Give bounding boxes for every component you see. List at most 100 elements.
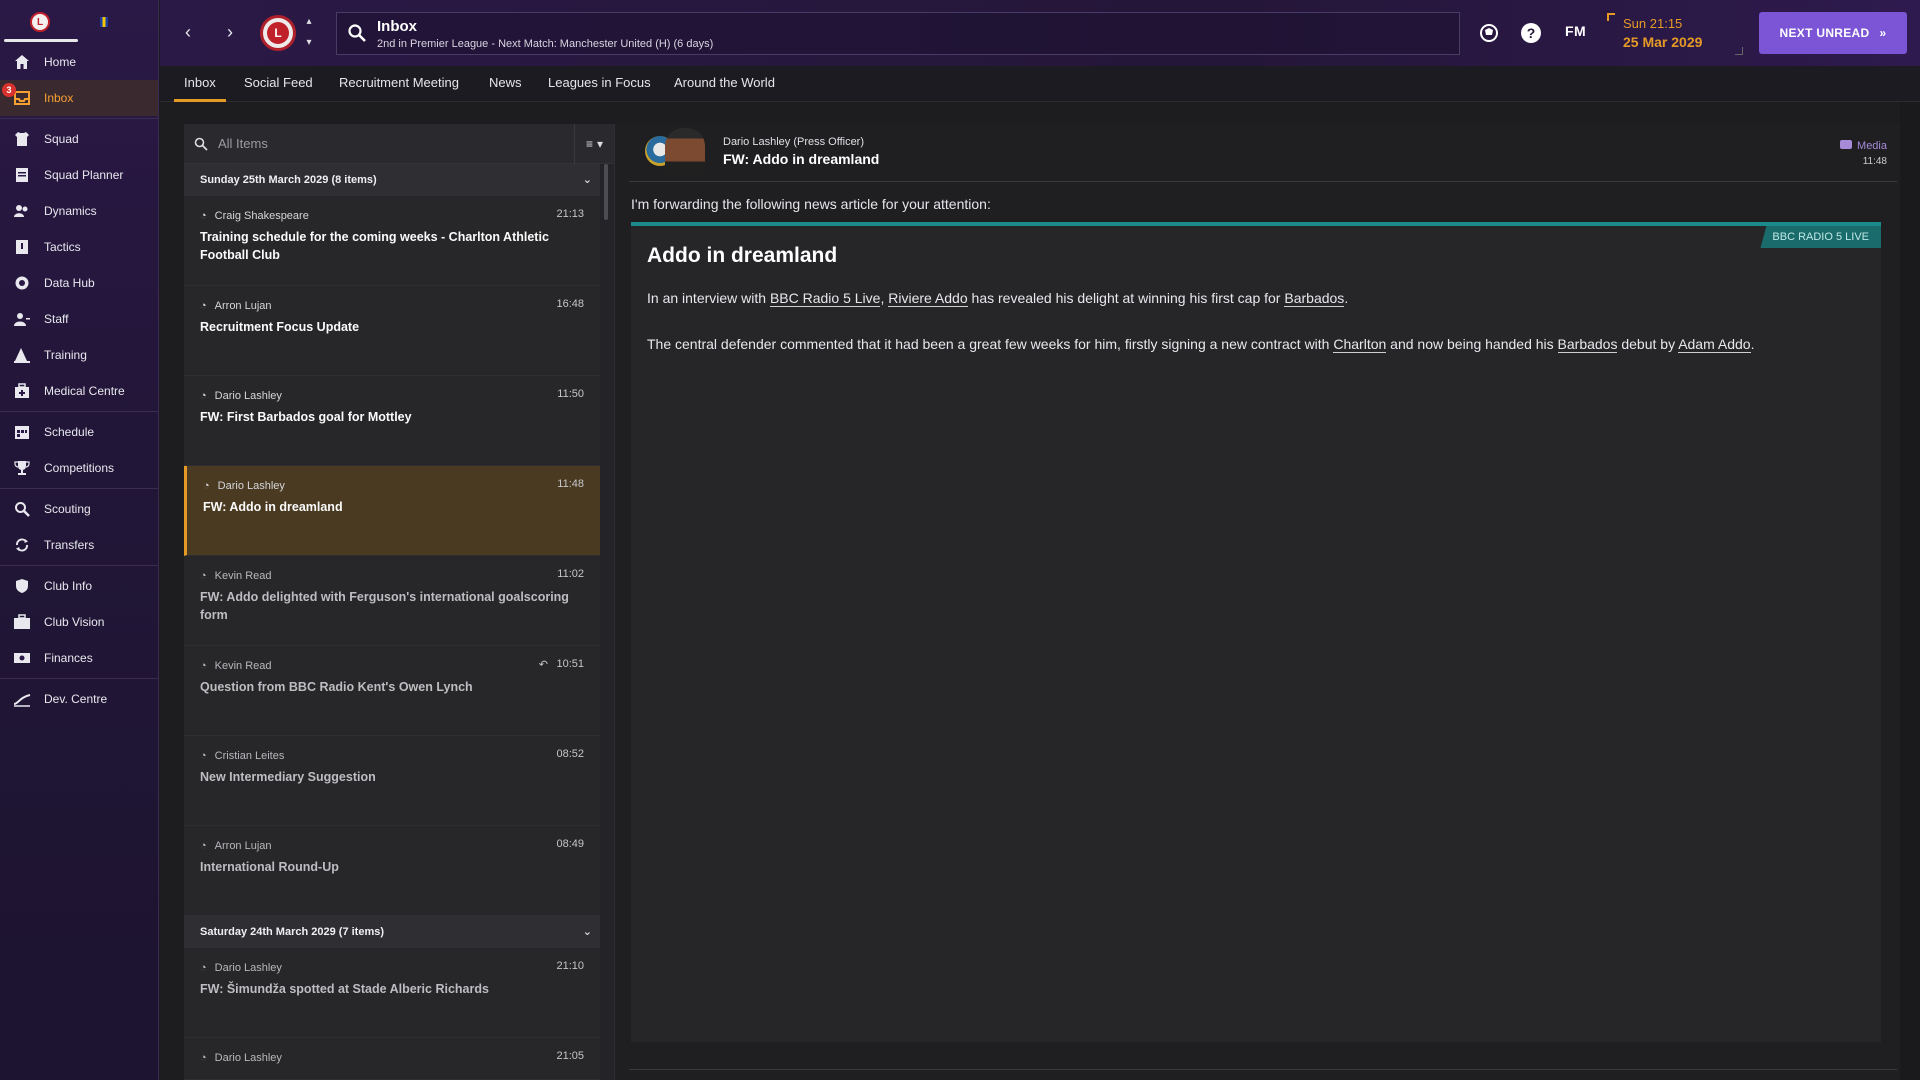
sidebar-item-transfers[interactable]: Transfers	[0, 527, 158, 563]
message-item[interactable]: ◔ Dario Lashley 21:05	[184, 1038, 600, 1080]
sidebar-item-home[interactable]: Home	[0, 44, 158, 80]
sidebar-item-medical-centre[interactable]: Medical Centre	[0, 373, 158, 409]
search-icon	[194, 137, 208, 156]
message-item-selected[interactable]: ◔ Dario Lashley 11:48 FW: Addo in dreamla…	[184, 466, 600, 556]
hamburger-icon: ≡	[585, 137, 593, 151]
message-item[interactable]: ◔ Kevin Read 11:02 FW: Addo delighted wit…	[184, 556, 600, 646]
sender-name: Dario Lashley	[217, 480, 285, 492]
message-subject: Question from BBC Radio Kent's Owen Lync…	[200, 680, 473, 694]
tab-social-feed[interactable]: Social Feed	[244, 66, 313, 102]
tab-around-the-world[interactable]: Around the World	[674, 66, 775, 102]
link-nation[interactable]: Barbados	[1284, 290, 1345, 307]
sidebar-item-competitions[interactable]: Competitions	[0, 450, 158, 486]
message-intro: I'm forwarding the following news articl…	[631, 196, 991, 212]
sidebar-top-indicator	[4, 39, 78, 42]
tab-news[interactable]: News	[489, 66, 522, 102]
link-media-outlet[interactable]: BBC Radio 5 Live	[769, 290, 881, 307]
sidebar-item-tactics[interactable]: Tactics	[0, 229, 158, 265]
search-icon[interactable]	[347, 23, 367, 48]
divider	[0, 565, 158, 566]
sidebar-item-club-info[interactable]: Club Info	[0, 568, 158, 604]
link-club[interactable]: Charlton	[1333, 336, 1387, 353]
text: In an interview with	[647, 290, 770, 306]
next-unread-button[interactable]: NEXT UNREAD »	[1759, 12, 1907, 54]
message-item[interactable]: ◔ Arron Lujan 08:49 International Round-U…	[184, 826, 600, 916]
sidebar-item-dynamics[interactable]: Dynamics	[0, 193, 158, 229]
sender-name: Craig Shakespeare	[214, 210, 309, 222]
text: has revealed his delight at winning his …	[967, 290, 1285, 306]
message-item[interactable]: ◔ Arron Lujan 16:48 Recruitment Focus Upd…	[184, 286, 600, 376]
transfer-arrows-icon	[12, 535, 32, 555]
link-player[interactable]: Riviere Addo	[888, 290, 968, 307]
shield-icon	[12, 576, 32, 596]
link-manager[interactable]: Adam Addo	[1678, 336, 1751, 353]
chevron-down-icon: ▾	[596, 137, 604, 151]
message-sender: ◔ Arron Lujan	[200, 300, 272, 312]
date-group-label: Saturday 24th March 2029 (7 items)	[200, 926, 385, 938]
sidebar-item-label: Competitions	[44, 461, 115, 475]
divider	[0, 118, 158, 119]
sidebar-item-staff[interactable]: Staff	[0, 301, 158, 337]
nation-flag-icon[interactable]	[100, 17, 108, 27]
page-scrollbar[interactable]	[1900, 102, 1920, 1080]
sidebar-item-training[interactable]: Training	[0, 337, 158, 373]
game-date[interactable]: Sun 21:15 25 Mar 2029	[1607, 13, 1743, 55]
sender-avatar[interactable]	[665, 128, 705, 176]
message-item[interactable]: ◔ Craig Shakespeare 21:13 Training schedu…	[184, 196, 600, 286]
tab-inbox[interactable]: Inbox	[174, 66, 226, 102]
sidebar-item-scouting[interactable]: Scouting	[0, 491, 158, 527]
page-search-header[interactable]: Inbox 2nd in Premier League - Next Match…	[336, 12, 1460, 55]
club-crest-icon[interactable]: L	[30, 12, 50, 32]
message-item[interactable]: ◔ Dario Lashley 21:10 FW: Šimundža spotte…	[184, 948, 600, 1038]
club-crest-icon: L	[267, 22, 289, 44]
message-search[interactable]: All Items ≡ ▾	[184, 124, 614, 164]
back-button[interactable]: ‹	[176, 18, 200, 46]
data-hub-icon	[12, 273, 32, 293]
chevron-down-icon[interactable]: ⌄	[583, 916, 592, 948]
tab-leagues-in-focus[interactable]: Leagues in Focus	[548, 66, 651, 102]
link-nation[interactable]: Barbados	[1557, 336, 1618, 353]
article-title: Addo in dreamland	[647, 244, 838, 267]
text: debut by	[1617, 336, 1679, 352]
sidebar-item-data-hub[interactable]: Data Hub	[0, 265, 158, 301]
message-item[interactable]: ◔ Kevin Read ↶ 10:51 Question from BBC Ra…	[184, 646, 600, 736]
sidebar-item-label: Schedule	[44, 425, 95, 439]
sidebar-item-inbox[interactable]: 3 Inbox	[0, 80, 158, 116]
person-icon: ◔	[200, 390, 207, 402]
chevron-down-icon[interactable]: ▾	[306, 37, 311, 48]
sidebar-item-finances[interactable]: Finances	[0, 640, 158, 676]
inbox-unread-badge: 3	[2, 83, 16, 97]
help-icon[interactable]: ?	[1520, 22, 1542, 44]
message-time: 21:13	[556, 208, 584, 220]
sender-name: Dario Lashley	[214, 962, 282, 974]
world-football-icon[interactable]	[1478, 22, 1500, 44]
message-reading-pane: Dario Lashley (Press Officer) FW: Addo i…	[614, 124, 1900, 1080]
sidebar-item-schedule[interactable]: Schedule	[0, 414, 158, 450]
fm-logo[interactable]: FM	[1565, 23, 1586, 39]
message-item[interactable]: ◔ Dario Lashley 11:50 FW: First Barbados …	[184, 376, 600, 466]
message-sender[interactable]: Dario Lashley (Press Officer)	[723, 136, 864, 148]
message-category: Media	[1840, 140, 1887, 152]
chevron-up-icon[interactable]: ▴	[306, 16, 311, 27]
message-time: 08:49	[556, 838, 584, 850]
message-item[interactable]: ◔ Cristian Leites 08:52 New Intermediary …	[184, 736, 600, 826]
sidebar-item-squad[interactable]: Squad	[0, 121, 158, 157]
club-switcher[interactable]: ▴ ▾	[302, 16, 316, 48]
list-scrollbar[interactable]	[604, 164, 608, 220]
forward-button[interactable]: ›	[218, 18, 242, 46]
date-group-header[interactable]: Sunday 25th March 2029 (8 items) ⌄	[184, 164, 600, 196]
game-day: 25 Mar 2029	[1623, 34, 1703, 50]
sidebar-item-squad-planner[interactable]: Squad Planner	[0, 157, 158, 193]
tab-recruitment-meeting[interactable]: Recruitment Meeting	[339, 66, 459, 102]
person-icon: ◔	[200, 210, 207, 222]
person-icon: ◔	[200, 962, 207, 974]
sidebar-item-label: Staff	[44, 312, 69, 326]
message-sender: ◔ Craig Shakespeare	[200, 210, 309, 222]
chevron-down-icon[interactable]: ⌄	[583, 164, 592, 196]
sidebar-item-label: Tactics	[44, 240, 81, 254]
sidebar-item-club-vision[interactable]: Club Vision	[0, 604, 158, 640]
date-group-header[interactable]: Saturday 24th March 2029 (7 items) ⌄	[184, 916, 600, 948]
list-filter-menu-button[interactable]: ≡ ▾	[574, 124, 614, 164]
club-crest-button[interactable]: L	[260, 15, 296, 51]
sidebar-item-dev-centre[interactable]: Dev. Centre	[0, 681, 158, 717]
